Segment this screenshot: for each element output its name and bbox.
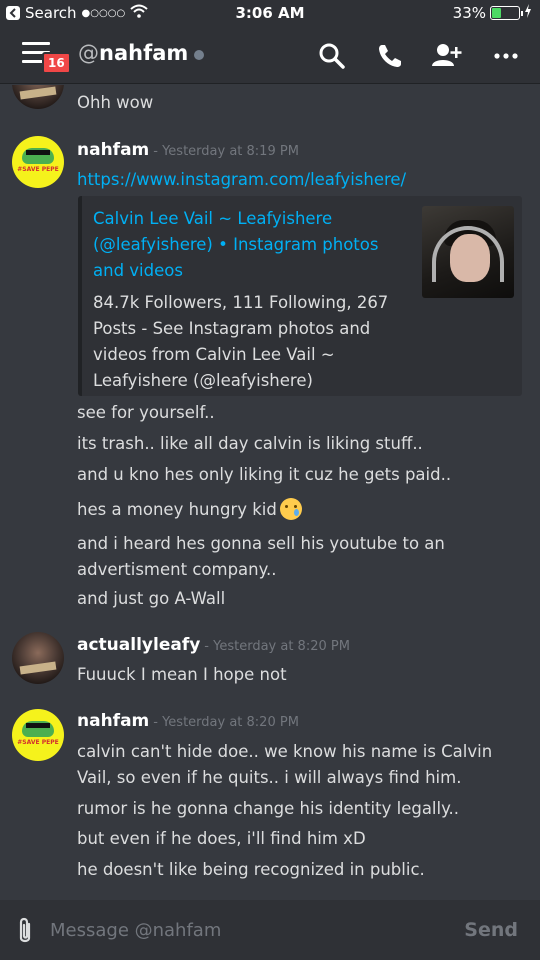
message-timestamp: - Yesterday at 8:19 PM [153,144,299,159]
avatar-actuallyleafy[interactable] [12,632,64,684]
battery-icon [490,6,523,20]
charging-icon [524,4,532,22]
message-author[interactable]: nahfam - Yesterday at 8:19 PM [77,140,299,160]
message-line: and i heard hes gonna sell his youtube t… [77,534,445,579]
phone-icon[interactable] [376,42,404,70]
message-timestamp: - Yesterday at 8:20 PM [204,639,350,654]
author-name[interactable]: nahfam [77,140,149,160]
message-line: Ohh wow [77,93,154,112]
message-line: rumor is he gonna change his identity le… [77,799,459,818]
status-bar: Search ●○○○○ 3:06 AM 33% [0,0,540,28]
avatar-actuallyleafy[interactable] [12,85,64,109]
more-icon[interactable] [492,42,520,70]
channel-title[interactable]: @ nahfam [78,41,205,65]
battery-percent: 33% [452,4,486,22]
search-icon[interactable] [318,42,346,70]
author-name[interactable]: actuallyleafy [77,635,200,655]
dm-username: nahfam [99,41,189,65]
message-line: its trash.. like all day calvin is likin… [77,434,423,453]
message-list[interactable]: Ohh wow #SAVE PEPE nahfam - Yesterday at … [0,85,540,900]
at-symbol: @ [78,41,99,65]
message-text: hes a money hungry kid [77,500,277,519]
message-line: Fuuuck I mean I hope not [77,665,287,684]
message-composer: Send [0,900,540,960]
link-embed[interactable]: Calvin Lee Vail ~ Leafyishere (@leafyish… [78,196,522,396]
send-button[interactable]: Send [464,919,518,941]
embed-title[interactable]: Calvin Lee Vail ~ Leafyishere (@leafyish… [93,206,383,284]
avatar-text: #SAVE PEPE [17,739,59,746]
message-line: and just go A-Wall [77,589,226,608]
message-line: he doesn't like being recognized in publ… [77,860,425,879]
embed-thumbnail[interactable] [422,206,514,298]
offline-status-dot [194,49,205,60]
avatar-text: #SAVE PEPE [17,166,59,173]
paperclip-icon[interactable] [14,916,36,946]
add-user-icon[interactable] [432,42,462,70]
message-line: but even if he does, i'll find him xD [77,829,366,848]
message-input[interactable] [50,914,450,946]
message-line: calvin can't hide doe.. we know his name… [77,742,493,787]
message-line: see for yourself.. [77,403,215,422]
embed-description: 84.7k Followers, 111 Following, 267 Post… [93,293,389,390]
avatar-nahfam[interactable]: #SAVE PEPE [12,136,64,188]
message-timestamp: - Yesterday at 8:20 PM [153,715,299,730]
chat-header: 16 @ nahfam [0,28,540,84]
author-name[interactable]: nahfam [77,711,149,731]
message-line: hes a money hungry kid [77,497,522,523]
crying-emoji [279,498,302,520]
message-author[interactable]: nahfam - Yesterday at 8:20 PM [77,711,299,731]
battery-fill [492,8,501,18]
avatar-nahfam[interactable]: #SAVE PEPE [12,709,64,761]
notification-badge: 16 [42,52,71,74]
message-line: and u kno hes only liking it cuz he gets… [77,465,452,484]
message-author[interactable]: actuallyleafy - Yesterday at 8:20 PM [77,635,350,655]
instagram-link[interactable]: https://www.instagram.com/leafyishere/ [77,167,522,193]
